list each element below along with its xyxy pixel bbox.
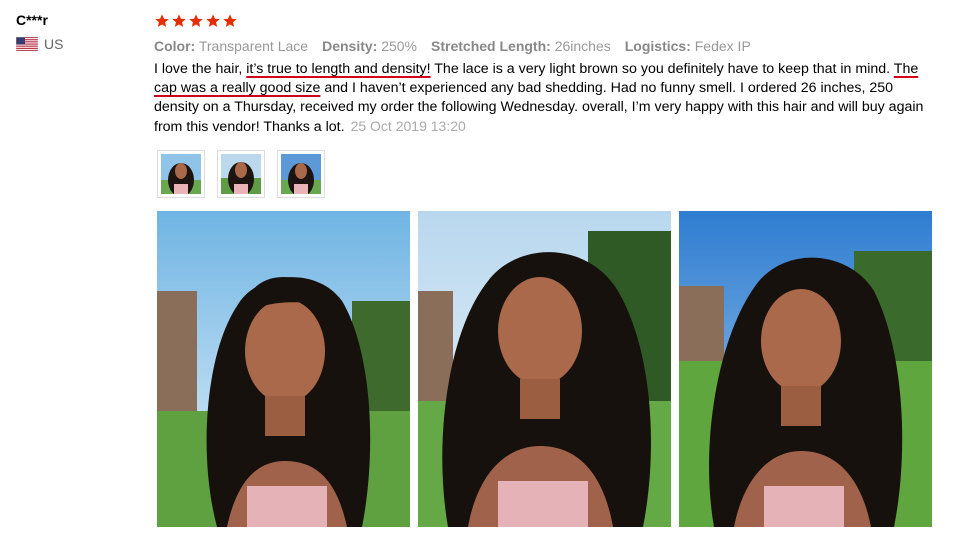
star-icon xyxy=(206,14,220,27)
star-rating xyxy=(154,10,944,32)
star-icon xyxy=(189,14,203,27)
product-attributes: Color: Transparent Lace Density: 250% St… xyxy=(154,38,944,54)
attribute-color: Color: Transparent Lace xyxy=(154,38,309,54)
reviewer-info: C***r US xyxy=(15,10,146,52)
thumbnail-strip xyxy=(157,150,325,198)
review-body: Color: Transparent Lace Density: 250% St… xyxy=(154,10,944,137)
star-icon xyxy=(155,14,169,27)
review-text: I love the hair, it’s true to length and… xyxy=(154,61,924,135)
review-thumbnail-3[interactable] xyxy=(277,150,325,198)
highlighted-phrase: it’s true to length and density! xyxy=(246,61,431,77)
country-label: US xyxy=(44,36,64,52)
us-flag-icon xyxy=(15,36,39,52)
review-photo-1[interactable] xyxy=(157,211,410,527)
review-date: 25 Oct 2019 13:20 xyxy=(350,118,466,134)
attribute-length: Stretched Length: 26inches xyxy=(431,38,611,54)
reviewer-country: US xyxy=(15,36,146,52)
review-thumbnail-2[interactable] xyxy=(217,150,265,198)
review-photo-2[interactable] xyxy=(418,211,671,527)
star-icon xyxy=(172,14,186,27)
review-photo-3[interactable] xyxy=(679,211,932,527)
review-photos xyxy=(157,211,932,527)
attribute-logistics: Logistics: Fedex IP xyxy=(624,38,751,54)
star-icon xyxy=(223,14,237,27)
review-thumbnail-1[interactable] xyxy=(157,150,205,198)
attribute-density: Density: 250% xyxy=(322,38,418,54)
reviewer-name: C***r xyxy=(16,12,48,28)
